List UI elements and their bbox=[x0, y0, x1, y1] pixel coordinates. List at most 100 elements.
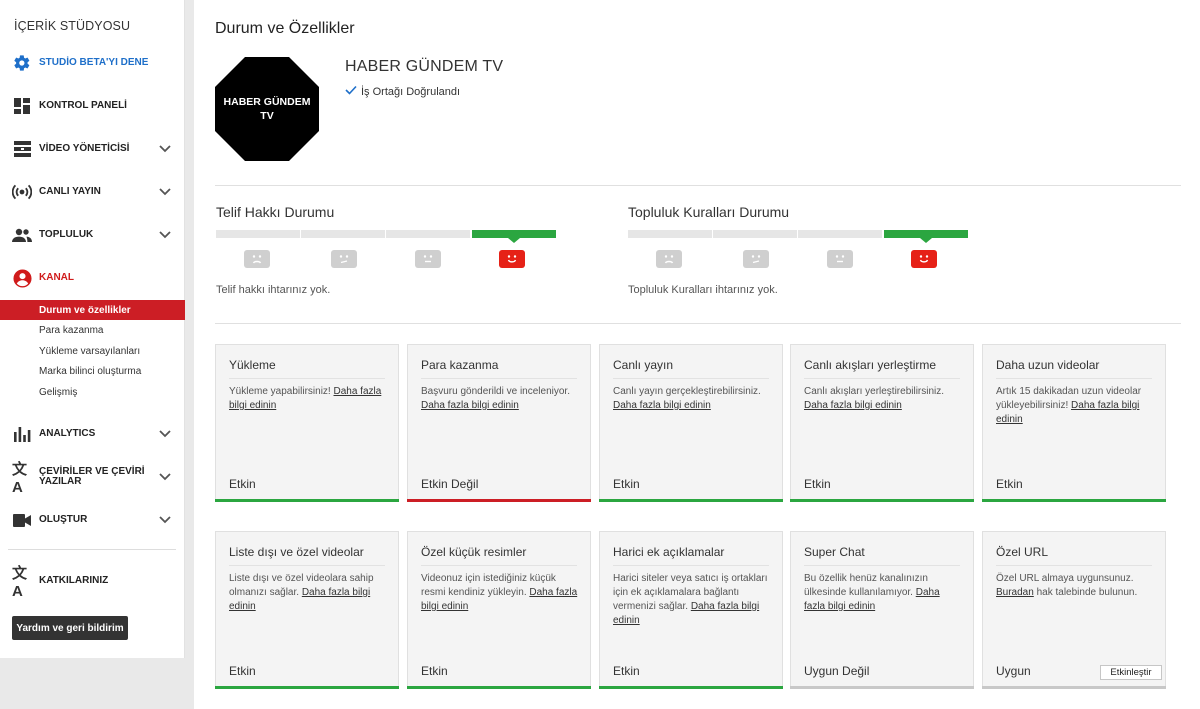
feature-card-live-streaming: Canlı yayın Canlı yayın gerçekleştirebil… bbox=[599, 344, 783, 502]
card-divider bbox=[229, 378, 385, 379]
card-description: Harici siteler veya satıcı iş ortakları … bbox=[613, 572, 772, 628]
card-status-bar bbox=[407, 499, 591, 502]
main-content: Durum ve Özellikler HABER GÜNDEM TV HABE… bbox=[194, 0, 1200, 709]
community-status-message: Topluluk Kuralları ihtarınız yok. bbox=[628, 284, 778, 296]
meter-segment bbox=[628, 230, 712, 238]
card-description: Yükleme yapabilirsiniz! Daha fazla bilgi… bbox=[229, 385, 388, 413]
community-strike-meter bbox=[628, 230, 970, 270]
card-divider bbox=[613, 565, 769, 566]
card-title: Harici ek açıklamalar bbox=[613, 545, 725, 559]
sidebar-item-live[interactable]: CANLI YAYIN bbox=[0, 177, 185, 207]
sidebar-item-translations[interactable]: 文A ÇEVİRİLER VE ÇEVİRİ YAZILAR bbox=[0, 461, 185, 496]
video-manager-icon bbox=[12, 139, 32, 159]
card-description: Canlı akışları yerleştirebilirsiniz. Dah… bbox=[804, 385, 963, 413]
card-status-bar bbox=[215, 499, 399, 502]
sidebar-subitem-branding[interactable]: Marka bilinci oluşturma bbox=[0, 361, 185, 381]
sidebar-item-label: KANAL bbox=[39, 272, 74, 283]
sidebar-item-community[interactable]: TOPLULUK bbox=[0, 220, 185, 250]
sidebar-item-label: VİDEO YÖNETİCİSİ bbox=[39, 143, 130, 154]
card-status: Etkin bbox=[421, 664, 448, 678]
claim-here-link[interactable]: Buradan bbox=[996, 587, 1034, 598]
translations-label-line2: YAZILAR bbox=[39, 476, 82, 487]
card-title: Özel URL bbox=[996, 545, 1049, 559]
card-description: Liste dışı ve özel videolara sahip olman… bbox=[229, 572, 388, 614]
learn-more-link[interactable]: Daha fazla bilgi edinin bbox=[804, 400, 902, 411]
chevron-down-icon[interactable] bbox=[158, 470, 172, 484]
dashboard-icon bbox=[12, 96, 32, 116]
learn-more-link[interactable]: Daha fazla bilgi edinin bbox=[421, 400, 519, 411]
card-title: Super Chat bbox=[804, 545, 865, 559]
meter-segment bbox=[301, 230, 385, 238]
card-title: Yükleme bbox=[229, 358, 276, 372]
checkmark-icon bbox=[345, 85, 357, 98]
sidebar-item-dashboard[interactable]: KONTROL PANELİ bbox=[0, 91, 185, 121]
sidebar-item-video-manager[interactable]: VİDEO YÖNETİCİSİ bbox=[0, 134, 185, 164]
sidebar-item-channel[interactable]: KANAL bbox=[0, 263, 185, 293]
chevron-down-icon[interactable] bbox=[158, 228, 172, 242]
sidebar-item-studio-beta[interactable]: STUDİO BETA'YI DENE bbox=[0, 48, 185, 78]
card-divider bbox=[996, 378, 1152, 379]
sidebar-subitem-upload-defaults[interactable]: Yükleme varsayılanları bbox=[0, 341, 185, 361]
partner-verified: İş Ortağı Doğrulandı bbox=[345, 85, 460, 98]
card-title: Canlı yayın bbox=[613, 358, 674, 372]
card-status-bar bbox=[982, 499, 1166, 502]
chevron-down-icon[interactable] bbox=[158, 185, 172, 199]
enable-button[interactable]: Etkinleştir bbox=[1100, 665, 1162, 680]
meter-segment bbox=[216, 230, 300, 238]
sidebar-item-label: ANALYTICS bbox=[39, 428, 96, 439]
sidebar-item-label: STUDİO BETA'YI DENE bbox=[39, 57, 149, 68]
card-status: Uygun bbox=[996, 664, 1031, 678]
help-feedback-button[interactable]: Yardım ve geri bildirim bbox=[12, 616, 128, 640]
learn-more-link[interactable]: Daha fazla bilgi edinin bbox=[613, 400, 711, 411]
sidebar-title: İÇERİK STÜDYOSU bbox=[14, 19, 131, 33]
video-camera-icon bbox=[12, 510, 32, 530]
card-description: Bu özellik henüz kanalınızın ülkesinde k… bbox=[804, 572, 963, 614]
card-status: Uygun Değil bbox=[804, 664, 870, 678]
card-status: Etkin bbox=[996, 477, 1023, 491]
card-description: Canlı yayın gerçekleştirebilirsiniz. Dah… bbox=[613, 385, 772, 413]
card-status: Etkin bbox=[229, 477, 256, 491]
card-description: Videonuz için istediğiniz küçük resmi ke… bbox=[421, 572, 580, 614]
card-status-bar bbox=[790, 686, 974, 689]
chevron-down-icon[interactable] bbox=[158, 427, 172, 441]
card-description-text: Başvuru gönderildi ve inceleniyor. bbox=[421, 386, 570, 397]
bar-chart-icon bbox=[12, 424, 32, 444]
card-description: Başvuru gönderildi ve inceleniyor. Daha … bbox=[421, 385, 580, 413]
card-status-bar bbox=[790, 499, 974, 502]
sidebar-item-create[interactable]: OLUŞTUR bbox=[0, 505, 185, 535]
feature-card-embed-live: Canlı akışları yerleştirme Canlı akışlar… bbox=[790, 344, 974, 502]
chevron-down-icon[interactable] bbox=[158, 142, 172, 156]
card-divider bbox=[613, 378, 769, 379]
sidebar-item-analytics[interactable]: ANALYTICS bbox=[0, 419, 185, 449]
avatar-text: HABER GÜNDEM TV bbox=[223, 96, 311, 122]
neutral-face-icon bbox=[827, 250, 853, 268]
feature-card-monetization: Para kazanma Başvuru gönderildi ve incel… bbox=[407, 344, 591, 502]
card-divider bbox=[229, 565, 385, 566]
divider bbox=[215, 323, 1181, 324]
card-description-text: Bu özellik henüz kanalınızın ülkesinde k… bbox=[804, 573, 928, 598]
meter-segment-active bbox=[472, 230, 556, 243]
verified-label: İş Ortağı Doğrulandı bbox=[361, 85, 461, 98]
card-status-bar bbox=[215, 686, 399, 689]
card-status-bar bbox=[599, 499, 783, 502]
card-status-bar bbox=[599, 686, 783, 689]
card-title: Canlı akışları yerleştirme bbox=[804, 358, 937, 372]
card-divider bbox=[421, 378, 577, 379]
meter-segment bbox=[713, 230, 797, 238]
sidebar-subitem-status[interactable]: Durum ve özellikler bbox=[0, 300, 185, 320]
card-title: Daha uzun videolar bbox=[996, 358, 1100, 372]
sidebar-subitem-advanced[interactable]: Gelişmiş bbox=[0, 382, 185, 402]
page-title: Durum ve Özellikler bbox=[215, 20, 355, 37]
sidebar-item-contributions[interactable]: 文A KATKILARINIZ bbox=[0, 565, 185, 600]
channel-avatar: HABER GÜNDEM TV bbox=[215, 57, 319, 161]
channel-name: HABER GÜNDEM TV bbox=[345, 58, 504, 75]
sidebar-subitem-monetization[interactable]: Para kazanma bbox=[0, 320, 185, 340]
card-divider bbox=[996, 565, 1152, 566]
translate-icon: 文A bbox=[12, 461, 28, 496]
card-status: Etkin Değil bbox=[421, 477, 479, 491]
sidebar-divider bbox=[8, 549, 176, 550]
chevron-down-icon[interactable] bbox=[158, 513, 172, 527]
gear-icon bbox=[12, 53, 32, 73]
card-status-bar bbox=[407, 686, 591, 689]
card-status: Etkin bbox=[613, 477, 640, 491]
